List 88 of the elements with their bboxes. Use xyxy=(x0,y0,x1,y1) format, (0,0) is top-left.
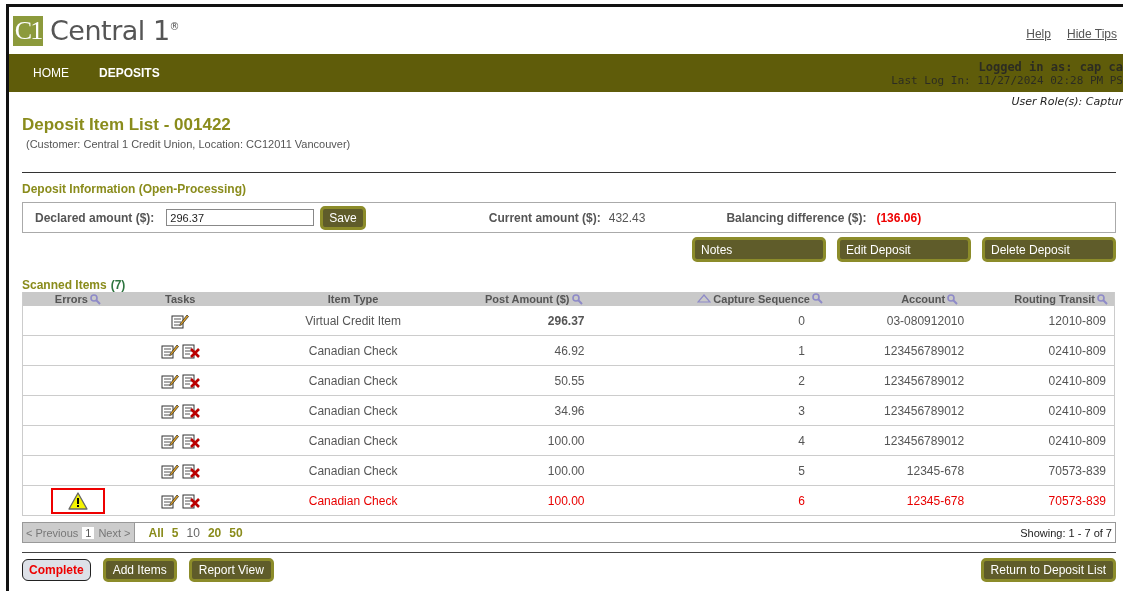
page-number[interactable]: 1 xyxy=(82,526,95,539)
table-cell: 123456789012 xyxy=(828,395,965,426)
table-cell: 4 xyxy=(588,425,829,456)
table-cell: 50.55 xyxy=(478,365,589,396)
complete-button[interactable]: Complete xyxy=(22,559,91,581)
table-cell: 46.92 xyxy=(478,335,589,366)
page-size-link[interactable]: 20 xyxy=(207,525,222,540)
table-cell: 70573-839 xyxy=(964,455,1115,486)
table-cell: 6 xyxy=(588,485,829,516)
table-cell: 0 xyxy=(588,306,829,336)
delete-icon[interactable] xyxy=(181,402,200,419)
action-button[interactable]: Delete Deposit xyxy=(982,237,1116,262)
table-cell: Canadian Check xyxy=(227,485,479,516)
column-header[interactable]: Post Amount ($) xyxy=(478,292,589,306)
showing-count: Showing: 1 - 7 of 7 xyxy=(1020,526,1113,539)
column-header[interactable]: Account xyxy=(828,292,965,306)
current-amount-value: 432.43 xyxy=(608,210,646,225)
table-cell: 1 xyxy=(588,335,829,366)
return-button[interactable]: Return to Deposit List xyxy=(980,558,1116,582)
logo-text: Central 1$^{®}$ xyxy=(50,15,180,46)
table-cell: Virtual Credit Item xyxy=(227,306,479,336)
table-cell: 123456789012 xyxy=(828,335,965,366)
edit-icon[interactable] xyxy=(160,372,179,389)
edit-icon[interactable] xyxy=(160,432,179,449)
table-cell: 02410-809 xyxy=(964,365,1115,396)
delete-icon[interactable] xyxy=(181,492,200,509)
table-cell: Canadian Check xyxy=(227,365,479,396)
action-button[interactable]: Add Items xyxy=(102,558,177,582)
item-count: (7) xyxy=(110,278,126,292)
table-cell: 296.37 xyxy=(478,306,589,336)
table-cell: 02410-809 xyxy=(964,395,1115,426)
page-size-link[interactable]: All xyxy=(148,525,164,540)
warning-icon[interactable] xyxy=(67,491,88,510)
edit-icon[interactable] xyxy=(160,402,179,419)
table-cell: 03-080912010 xyxy=(828,306,965,336)
nav-tab[interactable]: DEPOSITS xyxy=(99,66,160,80)
delete-icon[interactable] xyxy=(181,432,200,449)
table-cell: 02410-809 xyxy=(964,425,1115,456)
delete-icon[interactable] xyxy=(181,372,200,389)
balancing-difference-value: (136.06) xyxy=(876,210,922,225)
table-cell: 70573-839 xyxy=(964,485,1115,516)
table-cell: 12345-678 xyxy=(828,455,965,486)
table-cell: 34.96 xyxy=(478,395,589,426)
header-link[interactable]: Hide Tips xyxy=(1066,27,1117,41)
edit-icon[interactable] xyxy=(160,342,179,359)
nav-tab[interactable]: HOME xyxy=(33,66,69,80)
field-label: Declared amount ($): xyxy=(35,210,155,225)
table-cell: Canadian Check xyxy=(227,425,479,456)
table-cell: Canadian Check xyxy=(227,455,479,486)
logo-mark: C1 xyxy=(13,15,43,46)
edit-icon[interactable] xyxy=(171,312,190,329)
table-cell: 2 xyxy=(588,365,829,396)
table-cell: 123456789012 xyxy=(828,365,965,396)
table-cell: 02410-809 xyxy=(964,335,1115,366)
delete-icon[interactable] xyxy=(181,342,200,359)
action-button[interactable]: Notes xyxy=(692,237,826,262)
table-cell: 100.00 xyxy=(478,455,589,486)
action-button[interactable]: Report View xyxy=(188,558,274,582)
page-size-link[interactable]: 50 xyxy=(229,525,243,540)
delete-icon[interactable] xyxy=(181,462,200,479)
header-link[interactable]: Help xyxy=(1026,27,1051,41)
table-cell: 100.00 xyxy=(478,485,589,516)
declared-amount-field[interactable]: 296.37 xyxy=(166,209,315,226)
column-header[interactable]: Errors xyxy=(22,292,133,306)
column-header[interactable]: Routing Transit xyxy=(964,292,1115,306)
field-label: Current amount ($): xyxy=(488,210,601,225)
column-header[interactable]: Item Type xyxy=(227,292,479,306)
table-cell: Canadian Check xyxy=(227,335,479,366)
edit-icon[interactable] xyxy=(160,462,179,479)
page-size-link[interactable]: 10 xyxy=(186,525,200,540)
action-button[interactable]: Edit Deposit xyxy=(837,237,971,262)
user-roles-text: User Role(s): Captur xyxy=(1011,95,1123,108)
table-cell: 5 xyxy=(588,455,829,486)
table-cell: 3 xyxy=(588,395,829,426)
field-label: Balancing difference ($): xyxy=(726,210,867,225)
table-cell: 12010-809 xyxy=(964,306,1115,336)
table-cell: 12345-678 xyxy=(828,485,965,516)
section-heading: Scanned Items xyxy=(22,278,107,292)
page-size-link[interactable]: 5 xyxy=(171,525,179,540)
table-cell: Canadian Check xyxy=(227,395,479,426)
save-button[interactable]: Save xyxy=(320,205,366,230)
page-title: Deposit Item List - 001422 xyxy=(22,115,232,135)
page-subtitle: (Customer: Central 1 Credit Union, Location: CC12011 Vancouver) xyxy=(26,138,352,150)
column-header[interactable]: Tasks xyxy=(132,292,228,306)
table-cell: 123456789012 xyxy=(828,425,965,456)
edit-icon[interactable] xyxy=(160,492,179,509)
section-heading: Deposit Information (Open-Processing) xyxy=(22,182,247,196)
table-cell: 100.00 xyxy=(478,425,589,456)
